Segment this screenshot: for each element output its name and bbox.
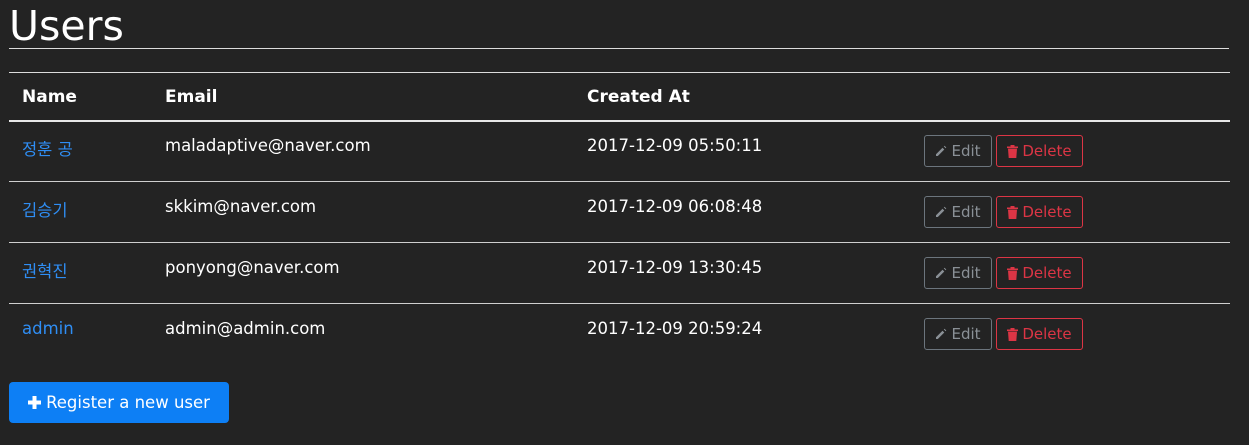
edit-button[interactable]: Edit bbox=[924, 135, 992, 167]
delete-button-label: Delete bbox=[1022, 264, 1072, 282]
delete-button[interactable]: Delete bbox=[996, 196, 1083, 228]
page-title: Users bbox=[9, 2, 124, 50]
edit-button-label: Edit bbox=[951, 142, 981, 160]
user-name-link[interactable]: 김승기 bbox=[22, 197, 68, 221]
table-row: 정훈 공 maladaptive@naver.com 2017-12-09 05… bbox=[9, 122, 1230, 182]
row-divider bbox=[9, 242, 1230, 243]
delete-button[interactable]: Delete bbox=[996, 257, 1083, 289]
pencil-icon bbox=[935, 328, 947, 340]
trash-icon bbox=[1007, 144, 1019, 158]
user-created-at: 2017-12-09 06:08:48 bbox=[587, 197, 763, 216]
table-row: 권혁진 ponyong@naver.com 2017-12-09 13:30:4… bbox=[9, 244, 1230, 304]
delete-button-label: Delete bbox=[1022, 142, 1072, 160]
delete-button-label: Delete bbox=[1022, 325, 1072, 343]
column-header-created-at: Created At bbox=[587, 87, 690, 107]
user-created-at: 2017-12-09 20:59:24 bbox=[587, 319, 763, 338]
edit-button[interactable]: Edit bbox=[924, 196, 992, 228]
title-divider bbox=[9, 48, 1229, 49]
user-email: admin@admin.com bbox=[165, 319, 326, 338]
user-email: maladaptive@naver.com bbox=[165, 136, 371, 155]
register-user-button[interactable]: Register a new user bbox=[9, 382, 229, 423]
user-email: ponyong@naver.com bbox=[165, 258, 340, 277]
delete-button-label: Delete bbox=[1022, 203, 1072, 221]
edit-button-label: Edit bbox=[951, 203, 981, 221]
pencil-icon bbox=[935, 267, 947, 279]
trash-icon bbox=[1007, 266, 1019, 280]
plus-icon bbox=[28, 396, 42, 409]
edit-button-label: Edit bbox=[951, 264, 981, 282]
edit-button[interactable]: Edit bbox=[924, 318, 992, 350]
pencil-icon bbox=[935, 206, 947, 218]
delete-button[interactable]: Delete bbox=[996, 318, 1083, 350]
trash-icon bbox=[1007, 205, 1019, 219]
row-divider bbox=[9, 181, 1230, 182]
user-created-at: 2017-12-09 05:50:11 bbox=[587, 136, 763, 155]
edit-button-label: Edit bbox=[951, 325, 981, 343]
users-page: Users Name Email Created At 정훈 공 maladap… bbox=[0, 0, 1249, 445]
table-row: 김승기 skkim@naver.com 2017-12-09 06:08:48 … bbox=[9, 183, 1230, 243]
user-email: skkim@naver.com bbox=[165, 197, 317, 216]
column-header-email: Email bbox=[165, 87, 218, 107]
table-row: admin admin@admin.com 2017-12-09 20:59:2… bbox=[9, 305, 1230, 365]
pencil-icon bbox=[935, 145, 947, 157]
trash-icon bbox=[1007, 327, 1019, 341]
user-name-link[interactable]: 정훈 공 bbox=[22, 136, 73, 160]
register-user-label: Register a new user bbox=[46, 393, 210, 412]
table-header: Name Email Created At bbox=[9, 73, 1230, 120]
user-created-at: 2017-12-09 13:30:45 bbox=[587, 258, 763, 277]
delete-button[interactable]: Delete bbox=[996, 135, 1083, 167]
edit-button[interactable]: Edit bbox=[924, 257, 992, 289]
user-name-link[interactable]: 권혁진 bbox=[22, 258, 68, 282]
row-divider bbox=[9, 303, 1230, 304]
user-name-link[interactable]: admin bbox=[22, 319, 74, 338]
column-header-name: Name bbox=[22, 87, 77, 107]
